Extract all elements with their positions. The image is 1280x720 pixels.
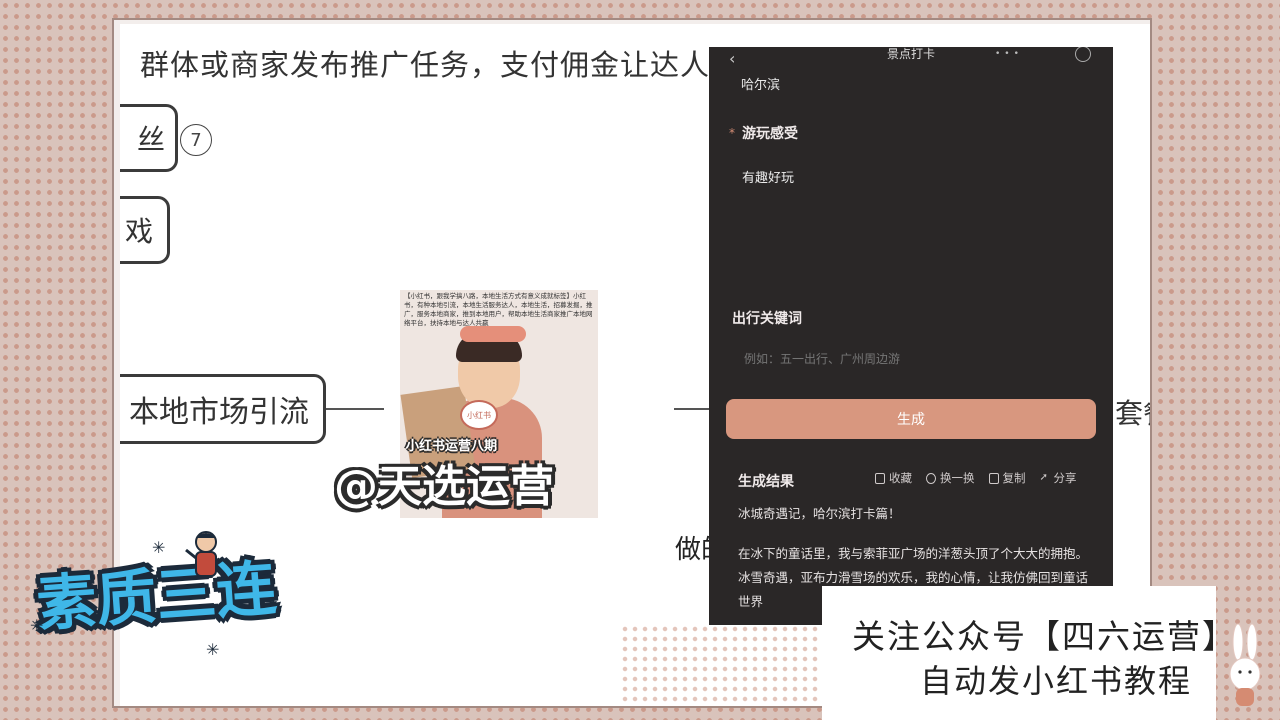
experience-label: 游玩感受 — [742, 126, 798, 142]
mindmap-count-badge: 7 — [180, 124, 212, 156]
thumbnail-caption: 【小红书，跟我学搞八路，本地生活方式有意义成就标签】小红书，有种本地引流，本地生… — [404, 292, 593, 327]
result-actions: 收藏 换一换 复制 ➚ 分享 — [875, 470, 1077, 486]
bookmark-icon — [875, 472, 885, 484]
copy-button[interactable]: 复制 — [988, 470, 1026, 486]
mindmap-node[interactable]: 丝 — [120, 104, 178, 172]
copy-label: 复制 — [1002, 471, 1026, 485]
mindmap-node-right: 套餐 — [1115, 397, 1150, 430]
more-options-icon[interactable]: ••• — [995, 49, 1051, 63]
mindmap-connector — [674, 408, 710, 410]
illustration-bubble: 小红书 — [460, 400, 498, 430]
mindmap-node-label: 丝 — [136, 123, 165, 156]
banner-line-2: 自动发小红书教程 — [920, 662, 1193, 700]
bunny-mascot-icon — [1229, 623, 1261, 706]
mindmap-top-line: 群体或商家发布推广任务，支付佣金让达人 — [140, 48, 711, 82]
burst-icon: ✳ — [152, 538, 166, 557]
app-title: 景点打卡 — [886, 47, 935, 61]
cartoon-man-icon — [185, 531, 217, 577]
share-button[interactable]: ➚ 分享 — [1040, 470, 1077, 486]
experience-field[interactable]: 有趣好玩 — [742, 167, 794, 186]
share-icon: ➚ — [1039, 472, 1048, 483]
mindmap-node-label: 本地市场引流 — [129, 395, 309, 430]
mindmap-node[interactable]: 戏 — [120, 196, 170, 264]
generate-button[interactable]: 生成 — [726, 399, 1096, 439]
phone-app-screen: ‹ 景点打卡 ••• 哈尔滨 * 游玩感受 有趣好玩 出行关键词 生成 生成结果… — [709, 47, 1113, 625]
required-marker: * — [729, 126, 735, 140]
city-value[interactable]: 哈尔滨 — [741, 74, 780, 93]
refresh-button[interactable]: 换一换 — [926, 470, 975, 486]
illustration-hat — [460, 326, 526, 342]
mindmap-connector — [326, 408, 384, 410]
refresh-icon — [926, 472, 936, 484]
keywords-label: 出行关键词 — [732, 311, 802, 327]
promo-banner: 关注公众号【四六运营】 自动发小红书教程 — [822, 586, 1235, 720]
result-label: 生成结果 — [738, 474, 794, 490]
favorite-label: 收藏 — [889, 471, 912, 485]
burst-icon: ✳ — [206, 640, 220, 659]
mindmap-node-local-traffic[interactable]: 本地市场引流 — [120, 374, 326, 444]
banner-line-1: 关注公众号【四六运营】 — [852, 617, 1237, 656]
refresh-label: 换一换 — [940, 471, 975, 485]
watermark: @天选运营 — [334, 461, 554, 512]
keywords-input[interactable] — [742, 351, 1086, 367]
mindmap-node-label: 戏 — [124, 215, 153, 248]
copy-icon — [988, 472, 999, 484]
share-label: 分享 — [1053, 471, 1077, 485]
generated-title: 冰城奇遇记，哈尔滨打卡篇！ — [738, 506, 901, 521]
favorite-button[interactable]: 收藏 — [875, 470, 912, 486]
burst-icon: ✳ — [30, 616, 44, 635]
